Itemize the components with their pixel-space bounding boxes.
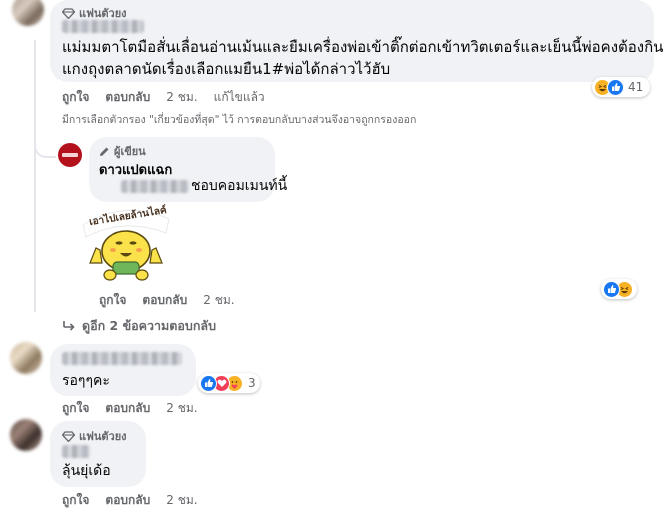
comment-bubble: แฟนตัวยง แม่มมตาโตมือสั่นเลื่อนอ่านเม้นแ… bbox=[50, 0, 663, 82]
like-reaction-icon bbox=[603, 280, 620, 298]
avatar[interactable] bbox=[10, 419, 42, 451]
comment-text: ลุ้นยุ่เด้อ bbox=[62, 463, 111, 479]
comment-actions: ถูกใจ ตอบกลับ 2 ชม. bbox=[62, 491, 214, 510]
like-button[interactable]: ถูกใจ bbox=[62, 88, 89, 107]
edited-label: แก้ไขแล้ว bbox=[213, 90, 265, 104]
timestamp[interactable]: 2 ชม. bbox=[166, 491, 197, 510]
like-button[interactable]: ถูกใจ bbox=[62, 491, 89, 510]
diamond-icon bbox=[62, 7, 75, 19]
comment-actions: ถูกใจ ตอบกลับ 2 ชม. แก้ไขแล้ว bbox=[62, 88, 281, 107]
sticker: เอาไปเลยล้านไลค์ bbox=[80, 203, 172, 283]
pencil-icon bbox=[100, 147, 109, 156]
badge-label: ผู้เขียน bbox=[114, 145, 146, 158]
reaction-summary[interactable] bbox=[601, 279, 637, 299]
author-avatar[interactable] bbox=[58, 143, 82, 167]
timestamp[interactable]: 2 ชม. bbox=[166, 88, 197, 107]
commenter-name[interactable] bbox=[62, 445, 90, 458]
timestamp[interactable]: 2 ชม. bbox=[203, 291, 234, 310]
like-button[interactable]: ถูกใจ bbox=[99, 291, 126, 310]
diamond-icon bbox=[62, 430, 75, 442]
author-badge[interactable]: ผู้เขียน bbox=[99, 142, 146, 160]
fan-badge[interactable]: แฟนตัวยง bbox=[62, 427, 127, 445]
reply-button[interactable]: ตอบกลับ bbox=[142, 291, 187, 310]
comment-text-line2: แกงถุงตลาดนัดเรื่องเลือกแมยืน1#พ่อได้กล่… bbox=[62, 60, 391, 78]
timestamp[interactable]: 2 ชม. bbox=[166, 399, 197, 418]
reply-button[interactable]: ตอบกลับ bbox=[105, 491, 150, 510]
commenter-name[interactable] bbox=[62, 352, 182, 365]
comment-actions: ถูกใจ ตอบกลับ 2 ชม. bbox=[62, 399, 214, 418]
mentioned-user[interactable] bbox=[121, 180, 189, 193]
comment-text-line1: แม่มมตาโตมือสั่นเลื่อนอ่านเม้นและยืมเครื… bbox=[62, 38, 664, 56]
reply-text: ชอบคอมเมนท์นี้ bbox=[191, 178, 288, 194]
comment-bubble: แฟนตัวยง ลุ้นยุ่เด้อ bbox=[50, 421, 146, 487]
like-reaction-icon bbox=[200, 374, 217, 392]
reaction-summary[interactable]: 41 bbox=[592, 77, 650, 97]
avatar[interactable] bbox=[10, 342, 42, 374]
commenter-name[interactable] bbox=[62, 20, 144, 33]
thread-line bbox=[34, 40, 36, 312]
reaction-summary[interactable]: 3 bbox=[198, 373, 260, 393]
comment-bubble: รอๆๆคะ bbox=[50, 344, 196, 396]
reply-button[interactable]: ตอบกลับ bbox=[105, 88, 150, 107]
author-name[interactable]: ดาวแปดแฉก bbox=[99, 159, 172, 180]
filter-notice: มีการเลือกตัวกรอง "เกี่ยวข้องที่สุด" ไว้… bbox=[62, 114, 417, 126]
reaction-count: 41 bbox=[628, 80, 644, 94]
reply-actions: ถูกใจ ตอบกลับ 2 ชม. bbox=[99, 291, 251, 310]
view-more-replies[interactable]: ดูอีก 2 ข้อความตอบกลับ bbox=[62, 316, 216, 336]
like-reaction-icon bbox=[607, 78, 624, 96]
reply-bubble: ผู้เขียน ดาวแปดแฉก ชอบคอมเมนท์นี้ bbox=[89, 137, 287, 202]
comment-text: รอๆๆคะ bbox=[62, 373, 110, 389]
like-button[interactable]: ถูกใจ bbox=[62, 399, 89, 418]
reply-arrow-icon bbox=[63, 321, 75, 331]
view-more-label: ดูอีก 2 ข้อความตอบกลับ bbox=[82, 318, 217, 333]
reaction-count: 3 bbox=[248, 376, 256, 390]
reply-connector bbox=[34, 110, 56, 158]
avatar[interactable] bbox=[12, 0, 44, 26]
reply-button[interactable]: ตอบกลับ bbox=[105, 399, 150, 418]
badge-label: แฟนตัวยง bbox=[79, 430, 127, 443]
